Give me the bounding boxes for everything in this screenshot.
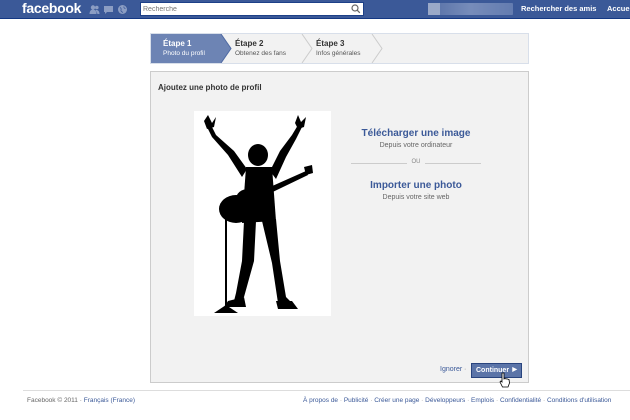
top-navigation-bar: facebook Rechercher des amis Accue	[0, 0, 630, 19]
step-1-subtitle: Photo du profil	[163, 50, 205, 57]
hand-pointer-cursor-icon	[499, 372, 510, 388]
messages-icon[interactable]	[103, 4, 114, 15]
step-1-profile-photo[interactable]: Étape 1 Photo du profil	[151, 34, 229, 63]
language-link[interactable]: Français (France)	[84, 397, 135, 404]
profile-picture-thumbnail[interactable]	[428, 3, 440, 15]
skip-link[interactable]: Ignorer	[440, 366, 462, 373]
find-friends-link[interactable]: Rechercher des amis	[521, 3, 596, 15]
import-photo-link[interactable]: Importer une photo	[336, 180, 496, 191]
profile-name-link-blurred[interactable]	[428, 3, 513, 15]
step-1-title: Étape 1	[163, 39, 192, 48]
footer-link-privacy[interactable]: Confidentialité	[500, 397, 541, 404]
search-box	[140, 2, 364, 16]
upload-image-subtitle: Depuis votre ordinateur	[379, 142, 453, 149]
notification-jewels	[89, 4, 128, 15]
signup-steps-bar: Étape 1 Photo du profil Étape 2 Obtenez …	[150, 33, 529, 64]
footer-link-about[interactable]: À propos de	[303, 397, 338, 404]
footer-link-terms[interactable]: Conditions d'utilisation	[547, 397, 611, 404]
upload-image-link[interactable]: Télécharger une image	[336, 128, 496, 139]
separator-dot: ·	[464, 366, 467, 373]
footer-link-advertising[interactable]: Publicité	[344, 397, 369, 404]
or-label: OU	[407, 159, 425, 165]
footer-link-developers[interactable]: Développeurs	[425, 397, 465, 404]
notifications-globe-icon[interactable]	[117, 4, 128, 15]
footer-links: À propos de · Publicité · Créer une page…	[303, 397, 612, 404]
search-icon[interactable]	[349, 3, 363, 15]
footer-link-create-page[interactable]: Créer une page	[374, 397, 419, 404]
triangle-right-icon: ▶	[512, 367, 517, 373]
facebook-logo[interactable]: facebook	[22, 0, 81, 17]
step-3-general-info[interactable]: Étape 3 Infos générales	[304, 34, 374, 63]
step-2-subtitle: Obtenez des fans	[235, 50, 286, 57]
guitarist-silhouette-image	[194, 111, 331, 316]
footer-left: Facebook © 2011 · Français (France)	[27, 397, 135, 404]
footer-divider	[23, 390, 630, 391]
import-photo-subtitle: Depuis votre site web	[382, 194, 450, 201]
step-2-get-fans[interactable]: Étape 2 Obtenez des fans	[223, 34, 301, 63]
footer-link-careers[interactable]: Emplois	[471, 397, 494, 404]
copyright-text: Facebook © 2011 ·	[27, 397, 82, 404]
profile-photo-panel: Ajoutez une photo de profil Télécharger …	[150, 71, 529, 383]
step-3-subtitle: Infos générales	[316, 50, 361, 57]
panel-title: Ajoutez une photo de profil	[158, 83, 262, 92]
step-3-title: Étape 3	[316, 39, 345, 48]
home-link[interactable]: Accue	[607, 3, 630, 15]
continue-button[interactable]: Continuer ▶	[471, 363, 522, 378]
friend-requests-icon[interactable]	[89, 4, 100, 15]
step-2-title: Étape 2	[235, 39, 264, 48]
search-input[interactable]	[143, 3, 348, 15]
